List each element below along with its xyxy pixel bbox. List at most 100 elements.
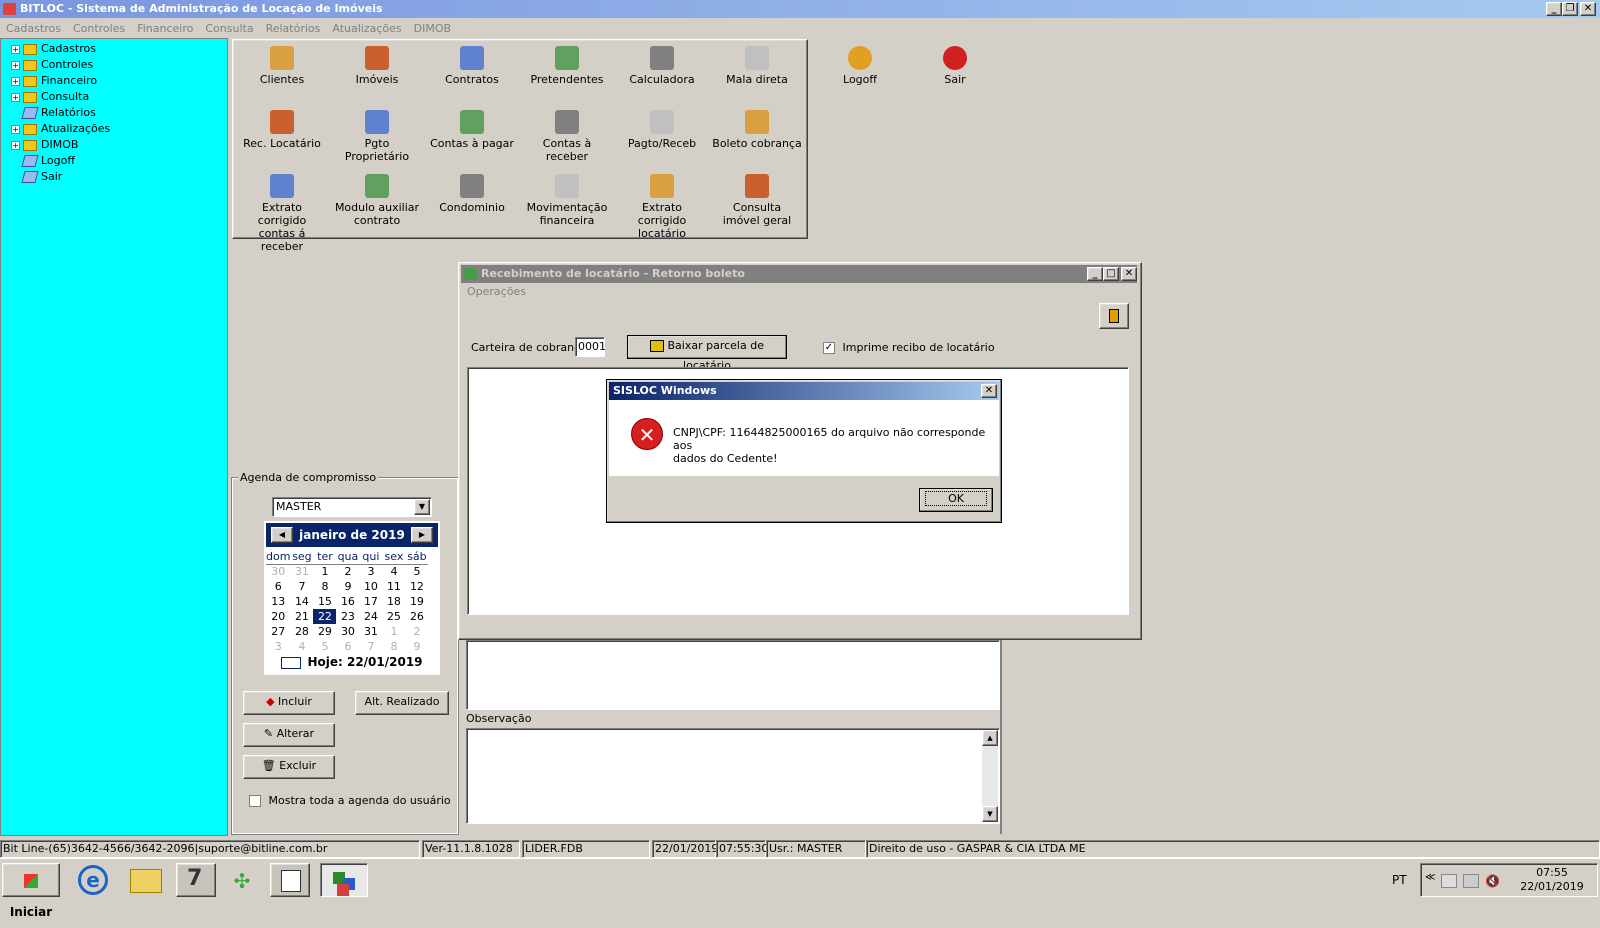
calendar-day[interactable]: 19 [405, 594, 428, 609]
calendar-today[interactable]: Hoje: 22/01/2019 [264, 655, 440, 669]
calendar-day[interactable]: 1 [382, 624, 405, 639]
calendar-day[interactable]: 13 [266, 594, 290, 609]
calendar-day[interactable]: 23 [336, 609, 359, 624]
calendar-day[interactable]: 29 [313, 624, 336, 639]
menu-item-3[interactable]: Consulta [205, 22, 253, 35]
toolbar-btn-row1-1[interactable]: Imóveis [332, 46, 422, 86]
toolbar-btn-row1-0[interactable]: Clientes [237, 46, 327, 86]
app-titlebar[interactable]: BITLOC - Sistema de Administração de Loc… [0, 0, 1600, 18]
calendar-day[interactable]: 11 [382, 579, 405, 594]
explorer-icon[interactable] [130, 869, 162, 893]
calendar-day[interactable]: 24 [359, 609, 382, 624]
receb-menu-operacoes[interactable]: Operações [467, 285, 526, 298]
toolbar-btn-row2-4[interactable]: Pagto/Receb [617, 110, 707, 150]
calendar-day[interactable]: 8 [313, 579, 336, 594]
tray-monitor-icon[interactable] [1463, 874, 1479, 888]
tree-item-3[interactable]: + Consulta [11, 89, 89, 105]
calendar-day[interactable]: 3 [266, 639, 290, 654]
language-indicator[interactable]: PT [1392, 873, 1407, 887]
toolbar-btn-row1-4[interactable]: Calculadora [617, 46, 707, 86]
agenda-user-select[interactable]: MASTER ▼ [272, 497, 432, 517]
calendar-day[interactable]: 5 [313, 639, 336, 654]
menu-item-2[interactable]: Financeiro [137, 22, 193, 35]
calendar-day[interactable]: 10 [359, 579, 382, 594]
observacao-scrollbar[interactable]: ▲ ▼ [982, 730, 998, 822]
calendar-day[interactable]: 31 [290, 564, 313, 579]
calendar-day[interactable]: 9 [405, 639, 428, 654]
expand-icon[interactable]: + [11, 92, 20, 102]
calendar-day[interactable]: 7 [290, 579, 313, 594]
alterar-button[interactable]: ✎ Alterar [243, 723, 335, 747]
calendar-day[interactable]: 28 [290, 624, 313, 639]
toolbar-btn-row3-1[interactable]: Modulo auxiliar contrato [332, 174, 422, 227]
tray-expand-icon[interactable]: ≪ [1425, 872, 1435, 883]
expand-icon[interactable]: + [11, 60, 20, 70]
calendar-day[interactable]: 7 [359, 639, 382, 654]
calendar-day[interactable]: 2 [336, 564, 359, 579]
expand-icon[interactable]: + [11, 76, 20, 86]
calendar-day[interactable]: 9 [336, 579, 359, 594]
ie-icon[interactable]: e [78, 865, 108, 895]
chart-app-icon[interactable] [270, 863, 310, 897]
toolbar-btn-row2-1[interactable]: Pgto Proprietário [332, 110, 422, 163]
restore-button[interactable]: ❐ [1562, 2, 1578, 16]
ok-button[interactable]: OK [919, 488, 993, 512]
expand-icon[interactable]: + [11, 140, 20, 150]
toolbar-btn-row2-0[interactable]: Rec. Locatário [237, 110, 327, 150]
excluir-button[interactable]: 🗑 Excluir [243, 755, 335, 779]
sair-button[interactable]: Sair [910, 46, 1000, 86]
chevron-down-icon[interactable]: ▼ [414, 499, 430, 515]
carteira-input[interactable]: 0001 [575, 337, 606, 357]
tree-item-6[interactable]: + DIMOB [11, 137, 78, 153]
alt-realizado-button[interactable]: Alt. Realizado [355, 691, 449, 715]
tree-item-4[interactable]: Relatórios [11, 105, 96, 121]
toolbar-btn-row1-3[interactable]: Pretendentes [522, 46, 612, 86]
calendar-day[interactable]: 8 [382, 639, 405, 654]
prev-month-button[interactable]: ◀ [271, 527, 293, 543]
tray-volume-muted-icon[interactable]: 🔇 [1485, 874, 1501, 888]
calendar-day[interactable]: 25 [382, 609, 405, 624]
toolbar-btn-row3-0[interactable]: Extrato corrigido contas á receber [237, 174, 327, 253]
calendar-day[interactable]: 14 [290, 594, 313, 609]
calendar-day[interactable]: 21 [290, 609, 313, 624]
toolbar-btn-row2-2[interactable]: Contas à pagar [427, 110, 517, 150]
dots-app-icon[interactable]: ✣ [230, 869, 254, 893]
close-button[interactable]: ✕ [1580, 2, 1596, 16]
toolbar-btn-row1-2[interactable]: Contratos [427, 46, 517, 86]
calendar-day[interactable]: 6 [266, 579, 290, 594]
calendar-day[interactable]: 3 [359, 564, 382, 579]
toolbar-btn-row2-3[interactable]: Contas à receber [522, 110, 612, 163]
tree-item-2[interactable]: + Financeiro [11, 73, 97, 89]
expand-icon[interactable]: + [11, 124, 20, 134]
seven-app-icon[interactable]: 7 [176, 863, 216, 897]
calendar-day[interactable]: 30 [266, 564, 290, 579]
tray-network-icon[interactable] [1441, 874, 1457, 888]
receb-close-button[interactable]: ✕ [1121, 267, 1137, 281]
tree-item-1[interactable]: + Controles [11, 57, 93, 73]
calendar-day[interactable]: 18 [382, 594, 405, 609]
toolbar-btn-row1-5[interactable]: Mala direta [712, 46, 802, 86]
toolbar-btn-row3-3[interactable]: Movimentação financeira [522, 174, 612, 227]
calendar-day[interactable]: 6 [336, 639, 359, 654]
minimize-button[interactable]: _ [1546, 2, 1562, 16]
details-area[interactable] [466, 640, 1000, 710]
calendar-day[interactable]: 17 [359, 594, 382, 609]
imprime-checkbox[interactable]: ✓ Imprime recibo de locatário [823, 341, 995, 354]
calendar-day[interactable]: 20 [266, 609, 290, 624]
calendar-day[interactable]: 2 [405, 624, 428, 639]
calendar-day[interactable]: 16 [336, 594, 359, 609]
show-all-checkbox[interactable]: Mostra toda a agenda do usuário [249, 794, 451, 807]
clock[interactable]: 07:55 22/01/2019 [1517, 866, 1587, 894]
dialog-close-button[interactable]: ✕ [981, 384, 997, 398]
tree-item-5[interactable]: + Atualizações [11, 121, 110, 137]
receb-minimize-button[interactable]: _ [1087, 267, 1103, 281]
calendar-day[interactable]: 26 [405, 609, 428, 624]
logoff-button[interactable]: Logoff [815, 46, 905, 86]
start-button[interactable]: Iniciar [2, 863, 60, 919]
calendar-day[interactable]: 27 [266, 624, 290, 639]
calendar-day[interactable]: 31 [359, 624, 382, 639]
calendar-day[interactable]: 4 [382, 564, 405, 579]
calendar-day[interactable]: 30 [336, 624, 359, 639]
exit-door-button[interactable] [1099, 303, 1129, 329]
menu-item-4[interactable]: Relatórios [266, 22, 321, 35]
